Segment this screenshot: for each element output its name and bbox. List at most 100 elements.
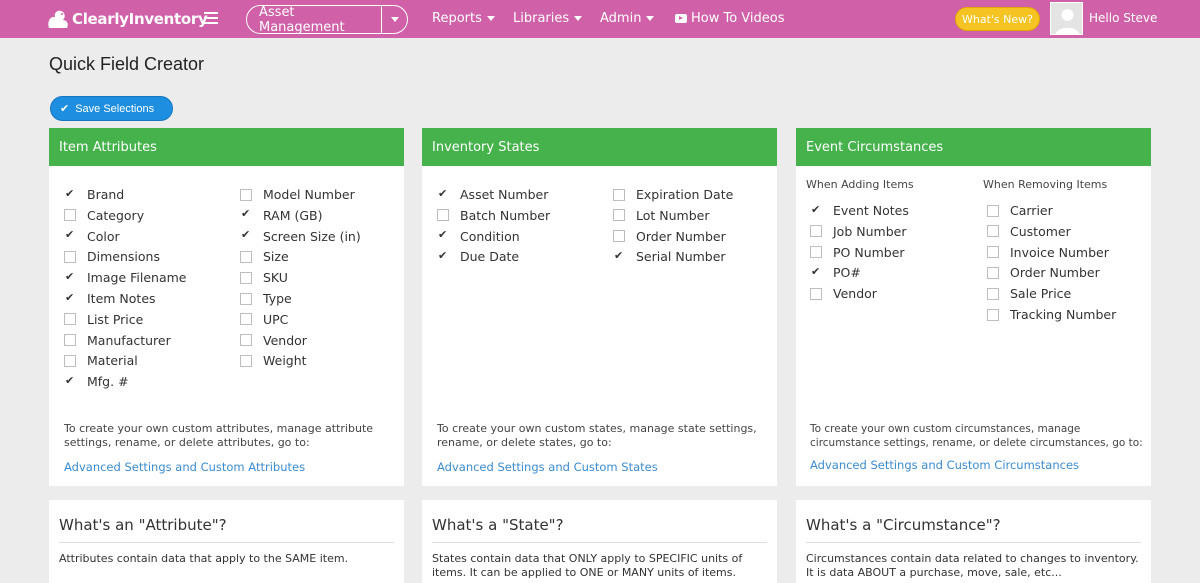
checkbox-unchecked[interactable] xyxy=(240,250,252,263)
checkbox-item[interactable]: Weight xyxy=(240,353,307,368)
checkbox-unchecked[interactable] xyxy=(987,204,999,217)
checkbox-item[interactable]: Lot Number xyxy=(613,208,709,223)
inventory-states-panel: Inventory States To create your own cust… xyxy=(422,128,777,486)
checkbox-unchecked[interactable] xyxy=(613,209,625,222)
checkbox-item[interactable]: UPC xyxy=(240,312,288,327)
checkbox-checked[interactable] xyxy=(437,228,449,243)
checkbox-unchecked[interactable] xyxy=(240,313,252,326)
checkbox-label: Serial Number xyxy=(636,249,726,265)
whats-new-button[interactable]: What's New? xyxy=(955,7,1040,31)
checkbox-unchecked[interactable] xyxy=(613,188,625,201)
avatar[interactable] xyxy=(1050,2,1083,35)
checkbox-item[interactable]: Due Date xyxy=(437,249,519,264)
checkbox-item[interactable]: Serial Number xyxy=(613,249,726,264)
checkbox-item[interactable]: Model Number xyxy=(240,187,355,202)
checkbox-item[interactable]: Batch Number xyxy=(437,208,550,223)
checkbox-item[interactable]: Mfg. # xyxy=(64,374,129,389)
save-selections-button[interactable]: ✔ Save Selections xyxy=(50,96,173,121)
checkbox-item[interactable]: Vendor xyxy=(810,286,877,301)
checkbox-item[interactable]: Job Number xyxy=(810,224,906,239)
checkbox-checked[interactable] xyxy=(240,228,252,243)
info-title: What's a "State"? xyxy=(432,516,564,534)
checkbox-checked[interactable] xyxy=(810,265,822,279)
checkbox-item[interactable]: Size xyxy=(240,249,289,264)
checkbox-item[interactable]: Condition xyxy=(437,228,520,244)
checkbox-checked[interactable] xyxy=(64,187,76,201)
checkbox-item[interactable]: Item Notes xyxy=(64,291,156,306)
checkbox-checked[interactable] xyxy=(64,270,76,284)
checkbox-item[interactable]: List Price xyxy=(64,312,143,327)
checkbox-item[interactable]: Expiration Date xyxy=(613,187,733,202)
checkbox-checked[interactable] xyxy=(64,291,76,305)
checkbox-unchecked[interactable] xyxy=(613,230,625,243)
chevron-down-icon[interactable] xyxy=(382,17,407,22)
checkbox-item[interactable]: Customer xyxy=(987,224,1071,239)
checkbox-unchecked[interactable] xyxy=(810,287,822,300)
checkbox-item[interactable]: Asset Number xyxy=(437,187,548,202)
checkbox-unchecked[interactable] xyxy=(987,246,999,259)
checkbox-item[interactable]: Material xyxy=(64,353,138,368)
user-greeting[interactable]: Hello Steve xyxy=(1089,11,1157,25)
checkbox-item[interactable]: Order Number xyxy=(613,229,726,244)
checkbox-unchecked[interactable] xyxy=(64,209,76,222)
logo[interactable]: ClearlyInventory xyxy=(46,4,208,34)
checkbox-item[interactable]: Invoice Number xyxy=(987,245,1109,260)
checkbox-unchecked[interactable] xyxy=(240,292,252,305)
checkbox-item[interactable]: Screen Size (in) xyxy=(240,228,361,244)
checkbox-item[interactable]: PO# xyxy=(810,265,861,280)
checkbox-unchecked[interactable] xyxy=(240,334,252,347)
checkbox-item[interactable]: SKU xyxy=(240,270,288,285)
checkbox-item[interactable]: Category xyxy=(64,208,144,223)
nav-libraries[interactable]: Libraries xyxy=(513,11,583,26)
checkbox-checked[interactable] xyxy=(437,187,449,201)
checkbox-unchecked[interactable] xyxy=(437,209,449,222)
checkbox-unchecked[interactable] xyxy=(987,287,999,300)
checkbox-unchecked[interactable] xyxy=(240,354,252,367)
checkbox-unchecked[interactable] xyxy=(987,266,999,279)
advanced-settings-link[interactable]: Advanced Settings and Custom Attributes xyxy=(64,460,305,474)
checkbox-item[interactable]: Event Notes xyxy=(810,203,909,218)
checkbox-unchecked[interactable] xyxy=(64,313,76,326)
checkbox-item[interactable]: PO Number xyxy=(810,245,905,260)
checkbox-checked[interactable] xyxy=(437,249,449,263)
checkbox-item[interactable]: Brand xyxy=(64,187,124,202)
advanced-settings-link[interactable]: Advanced Settings and Custom States xyxy=(437,460,658,474)
checkbox-item[interactable]: Manufacturer xyxy=(64,333,171,348)
checkbox-unchecked[interactable] xyxy=(64,250,76,263)
module-select[interactable]: Asset Management xyxy=(246,5,408,35)
checkbox-unchecked[interactable] xyxy=(810,225,822,238)
checkbox-item[interactable]: Carrier xyxy=(987,203,1053,218)
checkbox-checked[interactable] xyxy=(613,249,625,263)
checkbox-item[interactable]: Type xyxy=(240,291,292,306)
info-text: States contain data that ONLY apply to S… xyxy=(432,552,743,579)
checkbox-unchecked[interactable] xyxy=(987,308,999,321)
checkbox-item[interactable]: Order Number xyxy=(987,265,1100,280)
info-box-state: What's a "State"? States contain data th… xyxy=(422,500,777,583)
checkbox-unchecked[interactable] xyxy=(64,334,76,347)
checkbox-unchecked[interactable] xyxy=(240,188,252,201)
checkbox-unchecked[interactable] xyxy=(240,271,252,284)
checkbox-item[interactable]: Image Filename xyxy=(64,270,187,285)
info-box-circumstance: What's a "Circumstance"? Circumstances c… xyxy=(796,500,1151,583)
panel-header: Event Circumstances xyxy=(796,128,1151,166)
checkbox-item[interactable]: Dimensions xyxy=(64,249,160,264)
checkbox-checked[interactable] xyxy=(64,228,76,243)
checkbox-unchecked[interactable] xyxy=(64,354,76,367)
advanced-settings-link[interactable]: Advanced Settings and Custom Circumstanc… xyxy=(810,458,1079,472)
checkbox-item[interactable]: RAM (GB) xyxy=(240,207,323,223)
checkbox-checked[interactable] xyxy=(64,374,76,388)
checkbox-unchecked[interactable] xyxy=(987,225,999,238)
checkbox-checked[interactable] xyxy=(810,203,822,217)
checkbox-item[interactable]: Color xyxy=(64,228,120,244)
checkbox-checked[interactable] xyxy=(240,207,252,222)
checkbox-item[interactable]: Sale Price xyxy=(987,286,1071,301)
hamburger-menu-icon[interactable] xyxy=(204,12,218,24)
checkbox-item[interactable]: Tracking Number xyxy=(987,307,1116,322)
checkbox-unchecked[interactable] xyxy=(810,246,822,259)
checkbox-item[interactable]: Vendor xyxy=(240,333,307,348)
nav-admin[interactable]: Admin xyxy=(600,11,655,26)
nav-reports[interactable]: Reports xyxy=(432,11,495,26)
nav-how-to-videos[interactable]: How To Videos xyxy=(675,11,785,26)
checkbox-label: Weight xyxy=(263,353,307,369)
top-navbar: ClearlyInventory Asset Management Report… xyxy=(0,0,1200,38)
